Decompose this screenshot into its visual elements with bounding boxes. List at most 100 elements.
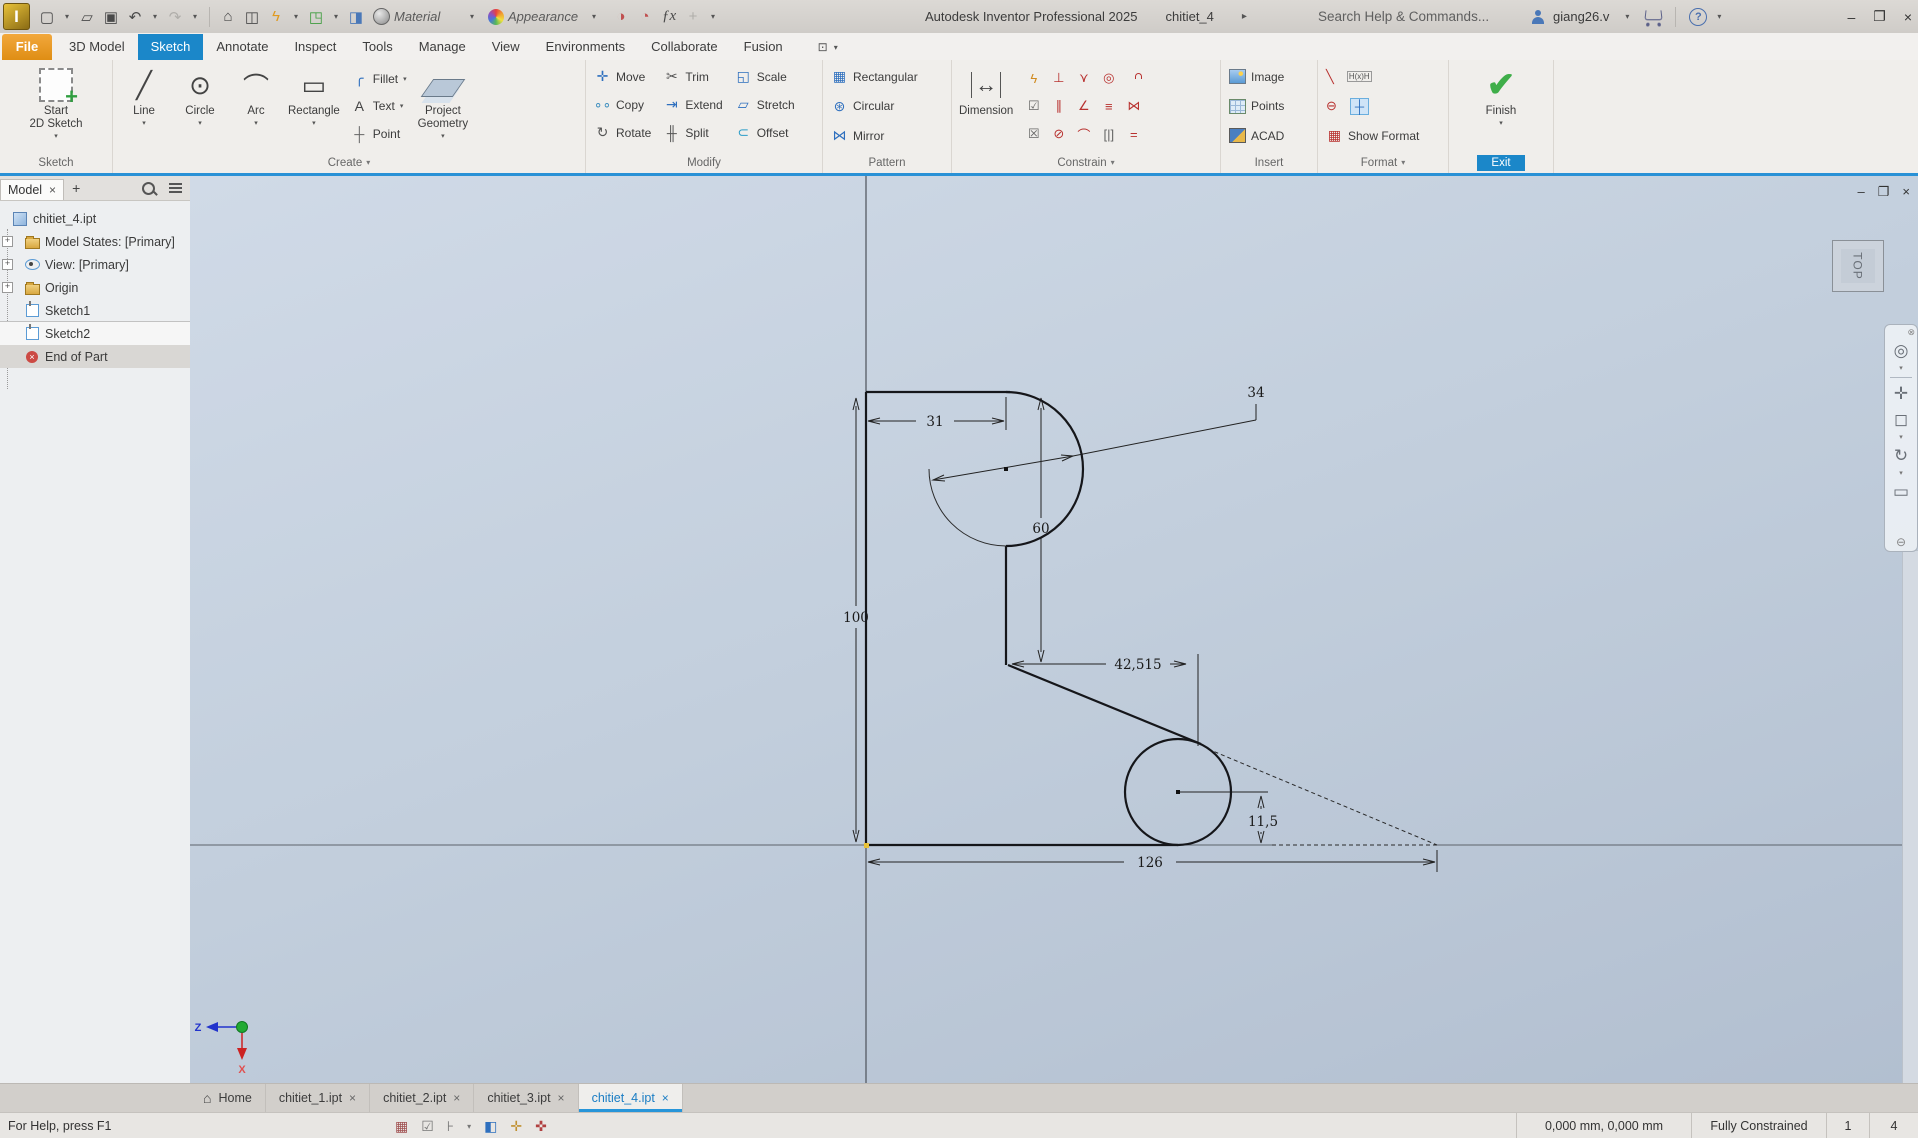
panel-label-format[interactable]: Format ▾ — [1318, 152, 1448, 173]
canvas-minimize-icon[interactable]: – — [1858, 184, 1865, 200]
line-button[interactable]: ╱ Line ▾ — [116, 62, 172, 150]
centerline-button[interactable]: ⊖ — [1326, 98, 1337, 114]
caret-down-icon[interactable]: ▾ — [1111, 158, 1115, 167]
show-format-button[interactable]: ▦ Show Format — [1321, 123, 1424, 148]
graphics-canvas[interactable]: 31 100 60 34 42,515 11,5 126 Z X – ❐ × T… — [190, 176, 1918, 1083]
start-2d-sketch-button[interactable]: Start2D Sketch▾ — [25, 62, 86, 150]
caret-down-icon[interactable]: ▾ — [254, 119, 258, 127]
ribbon-display-toggle[interactable]: ⊡ ▾ — [818, 40, 852, 60]
navbar-close-icon[interactable]: ⊗ — [1907, 327, 1915, 338]
panel-label-insert[interactable]: Insert — [1221, 152, 1317, 173]
doc-tab-chitiet-4-ipt[interactable]: chitiet_4.ipt × — [578, 1084, 683, 1112]
browser-tab-close-icon[interactable]: × — [49, 183, 56, 197]
offset-button[interactable]: ⊂ Offset — [730, 120, 800, 145]
collinear-constraint-button[interactable]: ≡ — [1105, 99, 1113, 114]
move-button[interactable]: ✛ Move — [589, 64, 656, 89]
panel-label-modify[interactable]: Modify — [586, 152, 822, 173]
minimize-button[interactable]: – — [1847, 9, 1855, 25]
navbar-orbit-icon[interactable]: ↻ — [1894, 443, 1908, 469]
rectangular-pattern-button[interactable]: ▦ Rectangular — [826, 64, 923, 89]
tab-3d-model[interactable]: 3D Model — [56, 34, 138, 60]
stretch-button[interactable]: ▱ Stretch — [730, 92, 800, 117]
dimension-button[interactable]: ↔ Dimension — [955, 62, 1017, 150]
smooth-constraint-button[interactable]: ⌒ — [1077, 125, 1090, 144]
delete-constraints-constraint-button[interactable]: ☒ — [1028, 126, 1040, 142]
view-cube[interactable]: TOP — [1832, 240, 1884, 292]
caret-down-icon[interactable]: ▾ — [312, 119, 316, 127]
navbar-caret-down-icon[interactable]: ▾ — [1899, 469, 1903, 479]
user-menu[interactable]: giang26.v — [1553, 9, 1609, 24]
doc-tab-close-icon[interactable]: × — [349, 1091, 356, 1105]
rectangle-icon[interactable]: ▭ — [302, 70, 327, 101]
dim-42515-value[interactable]: 42,515 — [1114, 657, 1161, 673]
caret-down-icon[interactable]: ▾ — [289, 6, 303, 28]
perpendicular-constraint-button[interactable]: ⊥ — [1053, 70, 1064, 86]
canvas-scrollbar[interactable] — [1902, 550, 1918, 1083]
status-relax-icon[interactable]: ✜ — [535, 1118, 547, 1135]
status-caret-down-icon[interactable]: ▾ — [467, 1122, 471, 1131]
caret-down-icon[interactable]: ▾ — [198, 119, 202, 127]
show-constraints-constraint-button[interactable]: ☑ — [1028, 98, 1040, 114]
doc-tab-chitiet-1-ipt[interactable]: chitiet_1.ipt × — [266, 1084, 371, 1112]
status-constraint-visibility-icon[interactable]: ☑ — [421, 1118, 434, 1135]
ribbon-display-icon[interactable]: ⊡ — [818, 40, 828, 54]
concentric-constraint-button[interactable]: ◎ — [1103, 70, 1114, 86]
tree-item-sketch1[interactable]: Sketch1 — [0, 299, 190, 322]
push-pair-icon[interactable]: ◨ — [345, 6, 367, 28]
save-icon[interactable]: ▣ — [100, 6, 122, 28]
status-dim-display-icon[interactable]: ⊦ — [447, 1118, 454, 1135]
quick-command-icon[interactable]: ϟ — [265, 6, 287, 28]
inventor-app-button[interactable]: I — [3, 3, 30, 30]
panel-label-constrain[interactable]: Constrain ▾ — [952, 152, 1220, 173]
split-button[interactable]: ╫ Split — [658, 120, 727, 145]
project-geometry-button[interactable]: Project Geometry ▾ — [414, 62, 473, 150]
panel-label-pattern[interactable]: Pattern — [823, 152, 951, 173]
search-input[interactable]: Search Help & Commands... — [1318, 9, 1523, 24]
appearance-dropdown[interactable]: Appearance — [508, 9, 586, 24]
undo-icon[interactable]: ↶ — [124, 6, 146, 28]
browser-tab-model[interactable]: Model × — [0, 179, 65, 200]
user-caret-icon[interactable]: ▾ — [1625, 12, 1629, 21]
view-cube-face[interactable]: TOP — [1841, 249, 1875, 283]
status-dof-icon[interactable]: ✛ — [510, 1118, 522, 1135]
caret-down-icon[interactable]: ▾ — [441, 132, 445, 140]
circular-pattern-button[interactable]: ⊛ Circular — [826, 94, 923, 119]
angle-constraint-button[interactable]: ∠ — [1078, 98, 1090, 114]
centerline-slash-button[interactable]: ╲ — [1326, 69, 1334, 85]
rotate-button[interactable]: ↻ Rotate — [589, 120, 656, 145]
canvas-restore-icon[interactable]: ❐ — [1878, 184, 1890, 200]
home-icon[interactable]: ⌂ — [217, 6, 239, 28]
material-caret-icon[interactable]: ▾ — [470, 12, 474, 21]
caret-down-icon[interactable]: ▾ — [54, 132, 58, 140]
panel-label-sketch[interactable]: Sketch — [0, 152, 112, 173]
circle-button[interactable]: ⊙ Circle ▾ — [172, 62, 228, 150]
doc-tab-home[interactable]: ⌂ Home — [190, 1084, 266, 1112]
navbar-pan-icon[interactable]: ✛ — [1894, 381, 1908, 407]
coincident-constraint-button[interactable]: ⋎ — [1079, 70, 1089, 86]
tab-annotate[interactable]: Annotate — [203, 34, 281, 60]
scale-button[interactable]: ◱ Scale — [730, 64, 800, 89]
driven-dimension-button[interactable]: H(x)H — [1346, 71, 1372, 82]
fx-icon[interactable]: ƒx — [658, 6, 680, 28]
caret-down-icon[interactable]: ▾ — [188, 6, 202, 28]
trim-button[interactable]: ✂ Trim — [658, 64, 727, 89]
equal-constraint-button[interactable]: = — [1130, 127, 1138, 142]
adjust-material-icon[interactable]: ◑ — [610, 6, 632, 28]
tab-fusion[interactable]: Fusion — [731, 34, 796, 60]
dim-126-value[interactable]: 126 — [1137, 855, 1163, 871]
store-cart-icon[interactable] — [1644, 9, 1664, 20]
doc-tab-chitiet-3-ipt[interactable]: chitiet_3.ipt × — [474, 1084, 579, 1112]
restore-button[interactable]: ❐ — [1873, 8, 1886, 25]
parallel-constraint-button[interactable]: ∥ — [1056, 98, 1063, 114]
panel-label-create[interactable]: Create ▾ — [113, 152, 585, 173]
arc-icon[interactable]: ⌒ — [243, 67, 269, 104]
tab-tools[interactable]: Tools — [349, 34, 405, 60]
tab-environments[interactable]: Environments — [533, 34, 638, 60]
expander-icon[interactable]: + — [2, 282, 13, 293]
arc-button[interactable]: ⌒ Arc ▾ — [228, 62, 284, 150]
navbar-caret-down-icon[interactable]: ▾ — [1899, 433, 1903, 443]
dim-31-value[interactable]: 31 — [926, 414, 943, 430]
panel-label-exit[interactable]: Exit — [1449, 152, 1553, 173]
navbar-collapse-icon[interactable]: ⊖ — [1896, 535, 1906, 549]
acad-button[interactable]: ACAD — [1224, 123, 1289, 148]
